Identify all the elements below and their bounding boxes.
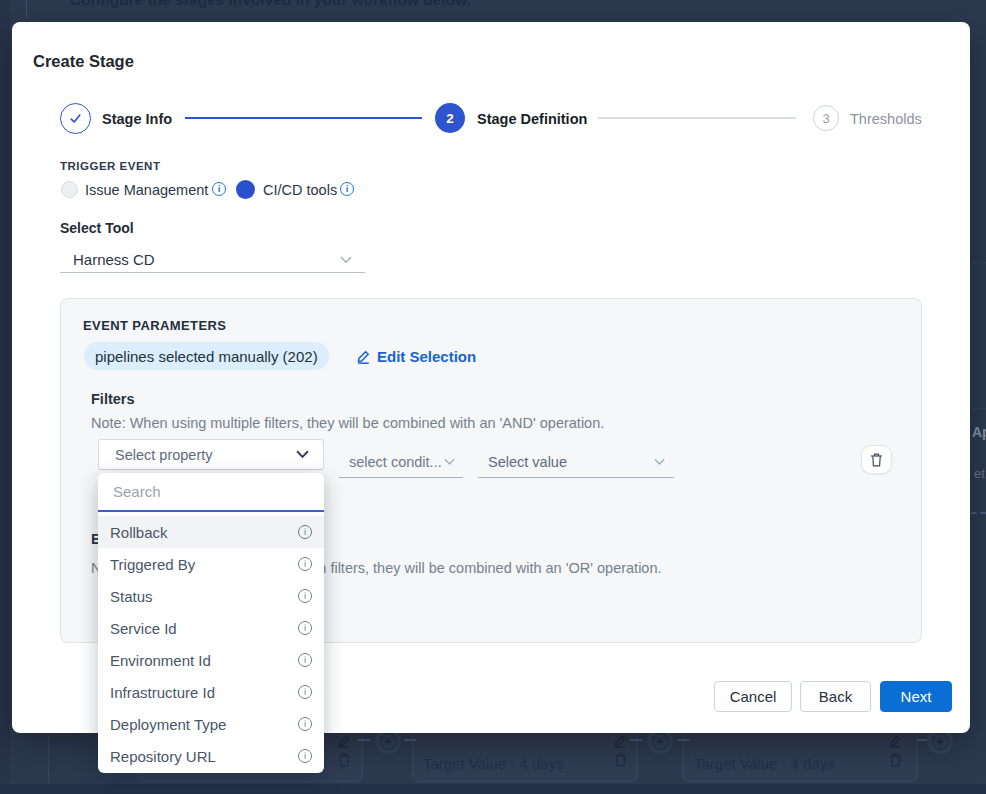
value-select-underline — [478, 477, 674, 478]
condition-select-value[interactable]: select condit... — [349, 454, 442, 470]
select-tool-label: Select Tool — [60, 220, 134, 236]
info-icon: i — [298, 749, 312, 763]
step3-label: Thresholds — [850, 111, 922, 127]
next-button[interactable]: Next — [880, 681, 952, 712]
property-select-value: Select property — [115, 447, 213, 463]
info-icon[interactable]: i — [212, 182, 226, 196]
bg-fragment-text: Ap — [972, 424, 986, 440]
bg-line — [971, 408, 986, 409]
bg-dashed-line — [630, 739, 642, 741]
property-select[interactable]: Select property — [98, 439, 324, 470]
edit-icon — [888, 734, 902, 748]
dropdown-item-service-id[interactable]: Service Idi — [98, 612, 324, 644]
bg-dashed-line — [358, 739, 370, 741]
info-icon: i — [298, 557, 312, 571]
delete-filter-button[interactable] — [861, 445, 892, 474]
step2-circle: 2 — [435, 103, 465, 133]
check-icon — [68, 111, 83, 126]
chevron-down-icon — [444, 458, 455, 466]
search-input[interactable] — [98, 473, 324, 510]
dropdown-item-deployment-type[interactable]: Deployment Typei — [98, 708, 324, 740]
info-icon: i — [298, 621, 312, 635]
step-connector-active — [185, 117, 422, 119]
bg-fragment-text: et — [974, 466, 985, 481]
trash-icon — [338, 753, 351, 767]
trash-icon — [614, 753, 627, 767]
info-icon: i — [298, 717, 312, 731]
filters-heading: Filters — [91, 391, 135, 407]
bg-line — [971, 262, 986, 263]
back-button[interactable]: Back — [800, 681, 871, 712]
edit-icon — [337, 734, 351, 748]
radio-issue-management-label: Issue Management — [85, 182, 208, 198]
filters-note: Note: When using multiple filters, they … — [91, 415, 604, 431]
selection-pill: pipelines selected manually (202) — [84, 342, 329, 370]
chevron-down-icon — [340, 256, 352, 264]
property-dropdown-popup: Rollbacki Triggered Byi Statusi Service … — [98, 473, 324, 773]
edit-icon — [613, 734, 627, 748]
radio-issue-management[interactable] — [61, 181, 78, 198]
step3-circle: 3 — [813, 105, 839, 131]
dropdown-item-rollback[interactable]: Rollbacki — [98, 516, 324, 548]
step1-check-circle — [60, 103, 91, 134]
bg-card-label: Target Value - 4 days — [423, 755, 564, 772]
dropdown-item-status[interactable]: Statusi — [98, 580, 324, 612]
info-icon: i — [298, 653, 312, 667]
step-connector — [598, 117, 796, 119]
step1-label: Stage Info — [102, 111, 172, 127]
radio-cicd-tools-label: CI/CD tools — [263, 182, 337, 198]
edit-icon — [356, 349, 371, 364]
dropdown-item-repository-url[interactable]: Repository URLi — [98, 740, 324, 772]
tool-select-value[interactable]: Harness CD — [73, 251, 155, 268]
info-icon: i — [298, 685, 312, 699]
chevron-down-icon — [296, 450, 309, 459]
chevron-down-icon — [654, 458, 665, 466]
radio-cicd-tools[interactable] — [236, 180, 255, 199]
bg-left-strip — [0, 0, 10, 794]
dropdown-item-environment-id[interactable]: Environment Idi — [98, 644, 324, 676]
cancel-button[interactable]: Cancel — [714, 681, 792, 712]
edit-selection-link[interactable]: Edit Selection — [377, 348, 476, 365]
condition-select-underline — [339, 477, 463, 478]
bg-card-label: Target Value - 4 days — [694, 755, 835, 772]
bg-dashed-line — [917, 739, 927, 741]
info-icon: i — [298, 589, 312, 603]
event-parameters-heading: EVENT PARAMETERS — [83, 318, 226, 333]
trash-icon — [870, 453, 883, 467]
bg-dashed-line — [971, 512, 986, 514]
bg-page-heading: Configure the stages involved in your wo… — [70, 0, 471, 9]
dropdown-item-triggered-by[interactable]: Triggered Byi — [98, 548, 324, 580]
dropdown-item-infrastructure-id[interactable]: Infrastructure Idi — [98, 676, 324, 708]
info-icon: i — [298, 525, 312, 539]
search-underline — [98, 510, 324, 512]
trigger-event-label: TRIGGER EVENT — [60, 160, 160, 172]
step2-label: Stage Definition — [477, 111, 587, 127]
value-select-value[interactable]: Select value — [488, 454, 567, 470]
modal-title: Create Stage — [33, 52, 134, 71]
trash-icon — [889, 753, 902, 767]
info-icon[interactable]: i — [340, 182, 354, 196]
tool-select-underline — [60, 272, 365, 273]
bg-vertical-divider — [26, 0, 27, 18]
bg-bottom-strip — [0, 784, 986, 794]
bg-card-edge — [48, 733, 49, 782]
